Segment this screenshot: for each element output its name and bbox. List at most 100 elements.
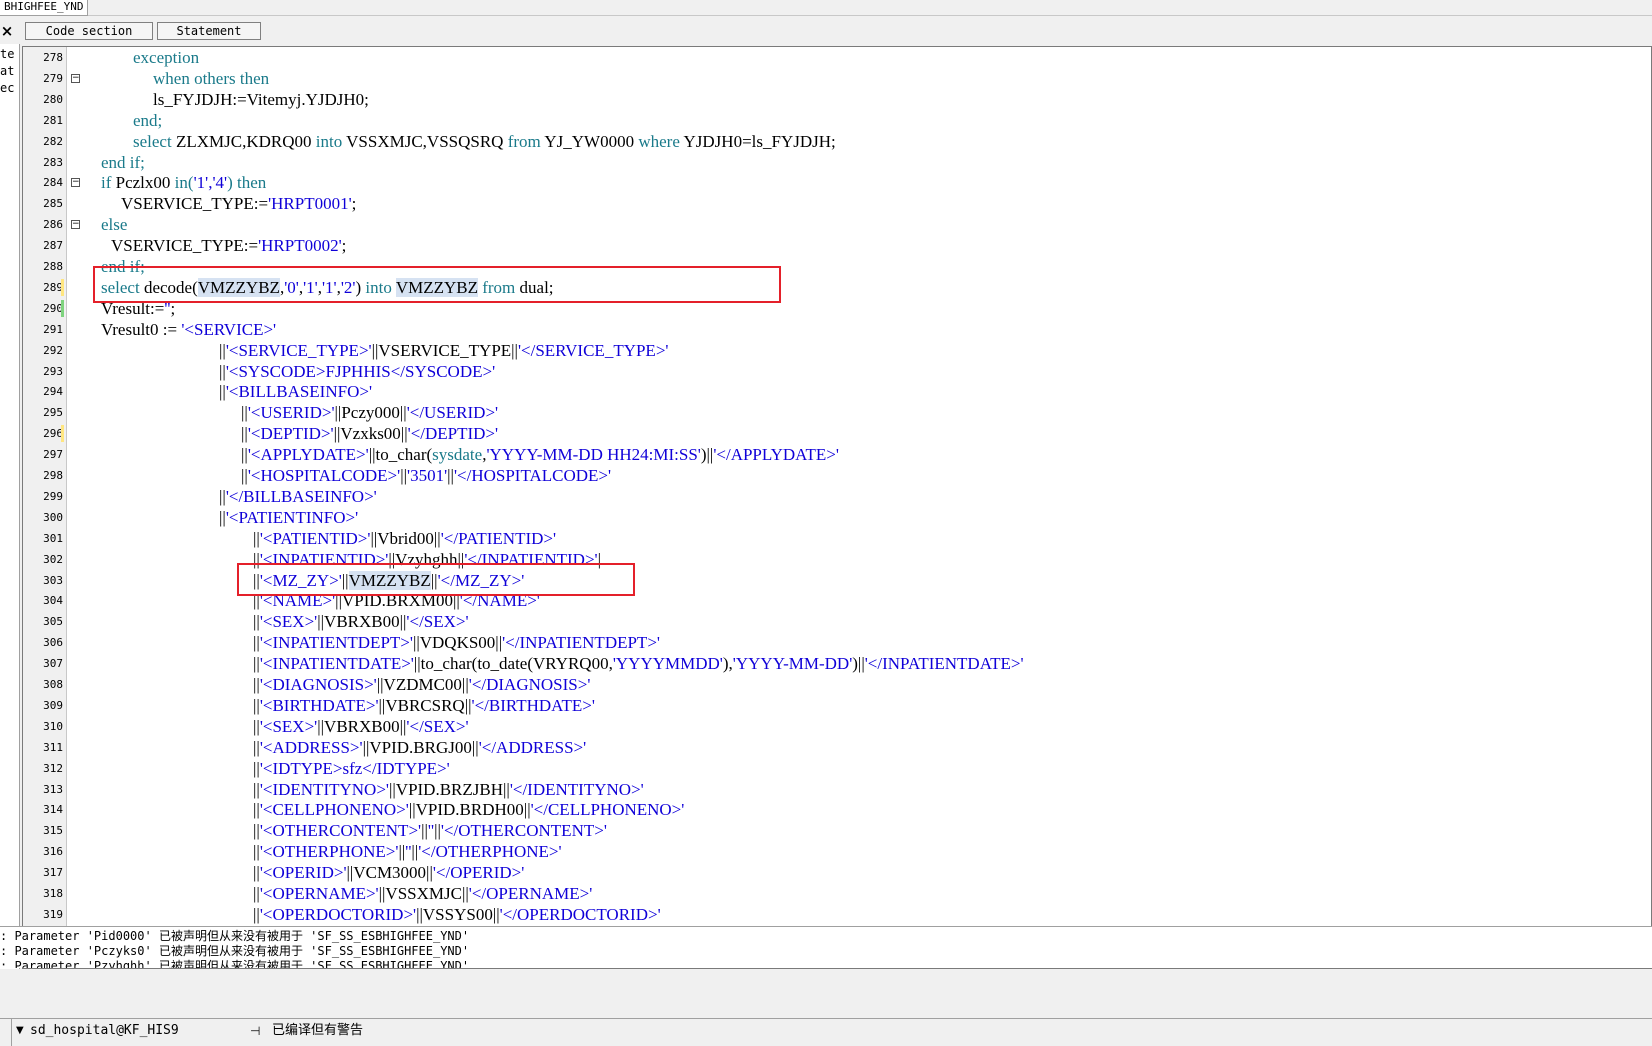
code-line[interactable]: ||'<ADDRESS>'||VPID.BRGJ00||'</ADDRESS>': [253, 737, 586, 758]
tab-code-section[interactable]: Code section: [25, 22, 153, 40]
code-line[interactable]: ||'<DEPTID>'||Vzxks00||'</DEPTID>': [241, 423, 498, 444]
line-number: 295: [43, 406, 63, 420]
line-number: 284: [43, 176, 63, 190]
code-line[interactable]: ||'<OTHERCONTENT>'||''||'</OTHERCONTENT>…: [253, 820, 607, 841]
code-text-area[interactable]: exception when others then ls_FYJDJH:=Vite…: [87, 47, 1651, 968]
code-token: '</NAME>': [459, 591, 540, 611]
fold-toggle-icon[interactable]: −: [71, 73, 80, 83]
line-number: 291: [43, 322, 63, 336]
code-line[interactable]: ||'<INPATIENTID>'||Vzyhghh||'</INPATIENT…: [253, 549, 601, 570]
code-line[interactable]: ||'<BILLBASEINFO>': [219, 381, 372, 402]
code-token: ||Vbrid00||: [370, 528, 441, 548]
code-line[interactable]: ||'<OPERDOCTORID>'||VSSYS00||'</OPERDOCT…: [253, 904, 661, 925]
code-token: select: [133, 131, 176, 151]
code-line[interactable]: VSERVICE_TYPE:='HRPT0001';: [121, 193, 356, 214]
line-number: 304: [43, 594, 63, 608]
code-token: '<DEPTID>': [247, 424, 334, 444]
code-token: ||: [253, 654, 260, 674]
code-line[interactable]: exception: [133, 47, 199, 68]
code-token: '<SYSCODE>FJPHHIS</SYSCODE>': [225, 361, 496, 381]
code-line[interactable]: ||'<PATIENTINFO>': [219, 507, 358, 528]
code-line[interactable]: VSERVICE_TYPE:='HRPT0002';: [111, 235, 346, 256]
code-line[interactable]: ||'<SEX>'||VBRXB00||'</SEX>': [253, 611, 469, 632]
fold-toggle-icon[interactable]: −: [71, 178, 80, 188]
code-line[interactable]: ||'<SEX>'||VBRXB00||'</SEX>': [253, 716, 469, 737]
window-title-tab[interactable]: BHIGHFEE_YND: [0, 0, 89, 16]
code-token: ||Pczy000||: [334, 403, 407, 423]
code-token: VMZZYBZ: [395, 277, 478, 297]
code-token: 'YYYY-MM-DD HH24:MI:SS': [486, 445, 701, 465]
code-line[interactable]: if Pczlx00 in('1','4') then: [101, 172, 266, 193]
code-token: '<IDENTITYNO>': [259, 779, 389, 799]
code-line[interactable]: ||'<SYSCODE>FJPHHIS</SYSCODE>': [219, 361, 495, 382]
code-token: ls_FYJDJH:=Vitemyj.YJDJH0;: [153, 89, 369, 109]
compiler-message[interactable]: : Parameter 'Pid0000' 已被声明但从来没有被用于 'SF_S…: [0, 929, 469, 944]
code-token: VMZZYBZ: [348, 570, 431, 590]
close-icon[interactable]: ×: [0, 22, 14, 40]
code-token: when others then: [153, 68, 270, 88]
code-line[interactable]: when others then: [153, 68, 269, 89]
code-line[interactable]: else: [101, 214, 127, 235]
code-token: ||VBRXB00||: [317, 612, 407, 632]
code-token: ;: [170, 298, 176, 318]
code-line[interactable]: ||'<OPERNAME>'||VSSXMJC||'</OPERNAME>': [253, 883, 592, 904]
code-token: )||: [852, 654, 865, 674]
code-editor[interactable]: 278 279 280 281 282 283 284 285 286 287 288 289 290 2…: [22, 46, 1652, 969]
code-line[interactable]: ||'<HOSPITALCODE>'||'3501'||'</HOSPITALC…: [241, 465, 611, 486]
code-token: exception: [133, 48, 200, 67]
status-scroll-handle[interactable]: [0, 1019, 12, 1046]
code-line[interactable]: Vresult:='';: [101, 298, 175, 319]
code-line[interactable]: ||'<SERVICE_TYPE>'||VSERVICE_TYPE||'</SE…: [219, 340, 668, 361]
chevron-down-icon[interactable]: ▼: [16, 1024, 24, 1038]
line-number: 303: [43, 573, 63, 587]
line-number: 293: [43, 364, 63, 378]
code-token: '<PATIENTID>': [259, 528, 371, 548]
code-line[interactable]: ||'<IDENTITYNO>'||VPID.BRZJBH||'</IDENTI…: [253, 779, 644, 800]
code-token: ||VPID.BRDH00||: [408, 800, 531, 820]
status-bar: ▼ sd_hospital@KF_HIS9 ⊣ 已编译但有警告: [0, 1018, 1652, 1046]
left-panel-item[interactable]: at: [0, 63, 14, 79]
code-line[interactable]: ||'<BIRTHDATE>'||VBRCSRQ||'</BIRTHDATE>': [253, 695, 595, 716]
code-line[interactable]: end if;: [101, 256, 145, 277]
compiler-message[interactable]: : Parameter 'Pczyks0' 已被声明但从来没有被用于 'SF_S…: [0, 944, 469, 959]
code-token: |: [597, 549, 601, 569]
line-number: 296: [43, 427, 63, 441]
code-line[interactable]: select ZLXMJC,KDRQ00 into VSSXMJC,VSSQSR…: [133, 131, 836, 152]
code-line[interactable]: ||'<DIAGNOSIS>'||VZDMC00||'</DIAGNOSIS>': [253, 674, 590, 695]
code-line[interactable]: ||'<OPERID>'||VCM3000||'</OPERID>': [253, 862, 524, 883]
code-line[interactable]: ||'<IDTYPE>sfz</IDTYPE>': [253, 758, 450, 779]
code-line[interactable]: ||'</BILLBASEINFO>': [219, 486, 377, 507]
code-line[interactable]: ||'<APPLYDATE>'||to_char(sysdate,'YYYY-M…: [241, 444, 839, 465]
compiler-message[interactable]: : Parameter 'Pzyhghh' 已被声明但从来没有被用于 'SF_S…: [0, 959, 469, 968]
code-line[interactable]: ||'<NAME>'||VPID.BRXM00||'</NAME>': [253, 590, 540, 611]
code-token: ||: [241, 445, 248, 465]
tab-statement[interactable]: Statement: [157, 22, 261, 40]
code-token: ||: [430, 570, 438, 590]
code-token: '</IDENTITYNO>': [509, 779, 644, 799]
code-line[interactable]: end;: [133, 110, 162, 131]
code-line[interactable]: ||'<INPATIENTDATE>'||to_char(to_date(VRY…: [253, 653, 1024, 674]
left-panel-item[interactable]: ec: [0, 80, 14, 96]
pin-icon: ⊣: [250, 1024, 261, 1038]
connection-label[interactable]: sd_hospital@KF_HIS9: [30, 1024, 179, 1038]
code-line[interactable]: select decode(VMZZYBZ,'0','1','1','2') i…: [101, 277, 554, 298]
code-line[interactable]: end if;: [101, 152, 145, 173]
code-token: decode(: [143, 277, 198, 297]
left-panel-item[interactable]: te: [0, 46, 14, 62]
code-line[interactable]: ||'<PATIENTID>'||Vbrid00||'</PATIENTID>': [253, 528, 556, 549]
code-token: ||: [219, 382, 226, 402]
code-line[interactable]: ls_FYJDJH:=Vitemyj.YJDJH0;: [153, 89, 369, 110]
code-token: ||: [219, 361, 226, 381]
code-line[interactable]: Vresult0 := '<SERVICE>': [101, 319, 276, 340]
line-number: 316: [43, 845, 63, 859]
code-line[interactable]: ||'<CELLPHONENO>'||VPID.BRDH00||'</CELLP…: [253, 799, 684, 820]
code-line[interactable]: ||'<USERID>'||Pczy000||'</USERID>': [241, 402, 498, 423]
code-line[interactable]: ||'<MZ_ZY>'||VMZZYBZ||'</MZ_ZY>': [253, 570, 524, 591]
code-token: YJDJH0=ls_FYJDJH;: [683, 131, 836, 151]
code-token: ||: [253, 821, 260, 841]
code-line[interactable]: ||'<INPATIENTDEPT>'||VDQKS00||'</INPATIE…: [253, 632, 660, 653]
code-line[interactable]: ||'<OTHERPHONE>'||''||'</OTHERPHONE>': [253, 841, 562, 862]
code-token: ||VSERVICE_TYPE||: [371, 340, 518, 360]
fold-toggle-icon[interactable]: −: [71, 220, 80, 230]
line-number: 308: [43, 678, 63, 691]
